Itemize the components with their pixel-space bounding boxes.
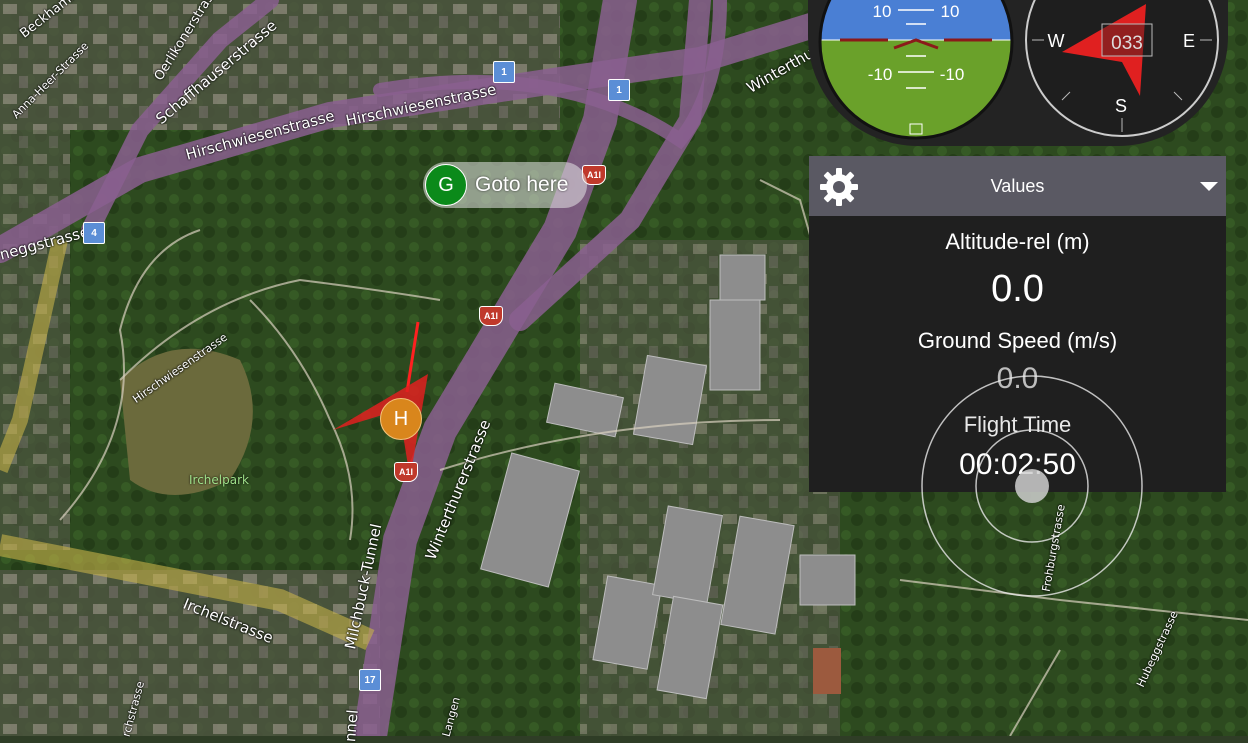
virtual-joystick[interactable] [920, 374, 1144, 598]
pitch-label: -10 [868, 65, 893, 84]
home-badge: H [393, 407, 409, 430]
altitude-label: Altitude-rel (m) [945, 229, 1090, 254]
altitude-value: 0.0 [991, 268, 1044, 310]
joystick-thumb[interactable] [1015, 469, 1049, 503]
values-panel-title: Values [990, 175, 1045, 196]
compass-west: W [1048, 31, 1065, 51]
street-label: nnel [341, 708, 362, 743]
attitude-indicator: 10 10 -10 -10 [818, 0, 1014, 140]
pitch-label: -10 [940, 65, 965, 84]
pitch-label: 10 [873, 2, 892, 21]
route-shield: 4 [83, 222, 105, 244]
chevron-down-icon[interactable] [1200, 182, 1218, 191]
home-marker[interactable]: H [380, 398, 422, 440]
route-shield: 17 [359, 669, 381, 691]
values-panel-header[interactable]: Values [809, 156, 1226, 216]
goto-label: Goto here [475, 173, 569, 196]
compass-south: S [1115, 96, 1127, 116]
highway-shield: A1l [479, 306, 503, 326]
park-label: Irchelpark [189, 473, 249, 487]
compass-east: E [1183, 31, 1195, 51]
route-shield: 1 [493, 61, 515, 83]
compass: 033 W E S [1025, 0, 1219, 137]
gear-icon[interactable] [818, 166, 860, 208]
goto-here-button[interactable]: G Goto here [423, 162, 587, 208]
heading-readout: 033 [1111, 33, 1143, 54]
highway-shield: A1l [394, 462, 418, 482]
route-shield: 1 [608, 79, 630, 101]
goto-badge: G [425, 164, 467, 206]
ground-speed-label: Ground Speed (m/s) [917, 328, 1118, 353]
pitch-label: 10 [941, 2, 960, 21]
